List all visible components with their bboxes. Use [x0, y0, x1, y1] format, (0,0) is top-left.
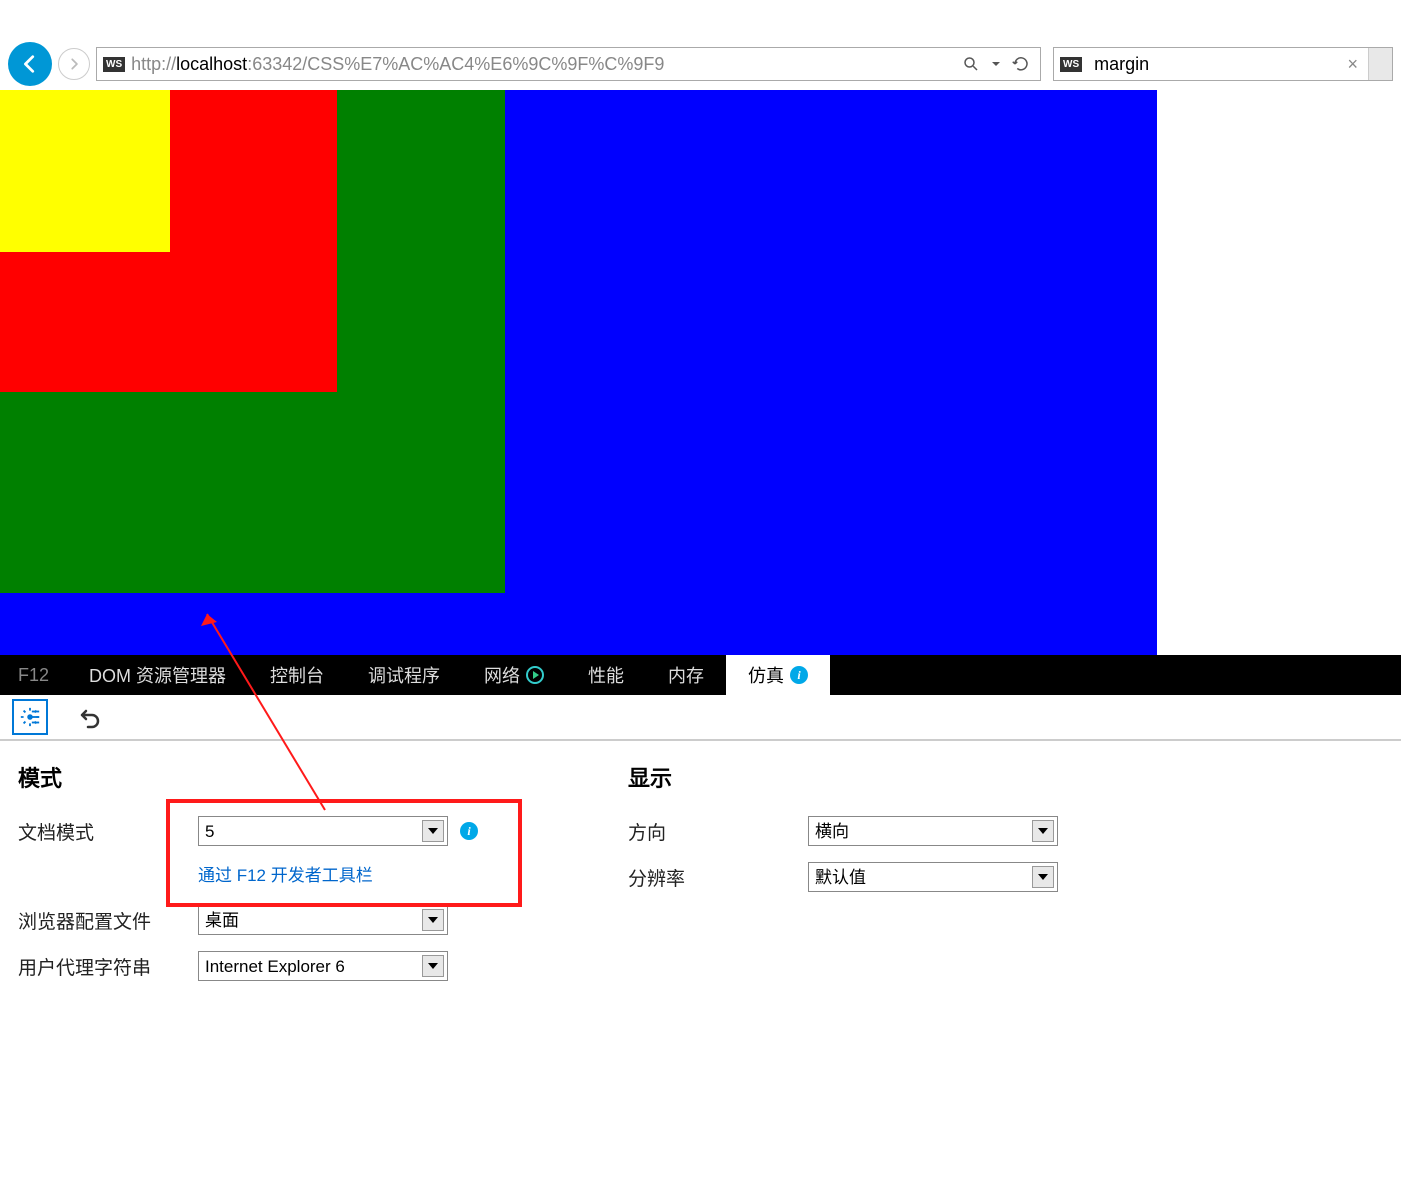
search-icon[interactable]: [962, 55, 980, 73]
doc-mode-select[interactable]: 5: [198, 816, 448, 846]
ws-badge-icon: WS: [1060, 57, 1082, 72]
undo-button[interactable]: [78, 705, 102, 729]
display-column: 显示 方向 横向 分辨率 默认值: [628, 761, 1058, 996]
ws-badge-icon: WS: [103, 57, 125, 72]
devtools-toolbar: [0, 695, 1401, 741]
direction-label: 方向: [628, 818, 808, 845]
info-icon[interactable]: i: [460, 822, 478, 840]
tab-title: margin: [1088, 54, 1337, 75]
tab-dom-explorer[interactable]: DOM 资源管理器: [67, 655, 248, 695]
play-icon: [526, 666, 544, 684]
tab-title-box: WS margin ×: [1053, 47, 1393, 81]
refresh-icon[interactable]: [1012, 55, 1030, 73]
yellow-box: [0, 90, 170, 252]
tab-debugger[interactable]: 调试程序: [346, 655, 462, 695]
close-icon[interactable]: ×: [1337, 54, 1368, 75]
devtools-tabbar: F12 DOM 资源管理器 控制台 调试程序 网络 性能 内存 仿真i: [0, 655, 1401, 695]
direction-select[interactable]: 横向: [808, 816, 1058, 846]
tab-emulation[interactable]: 仿真i: [726, 655, 830, 695]
settings-button[interactable]: [12, 699, 48, 735]
browser-nav-bar: WS http://localhost:63342/CSS%E7%AC%AC4%…: [0, 38, 1401, 90]
doc-mode-label: 文档模式: [18, 818, 198, 845]
tab-console[interactable]: 控制台: [248, 655, 346, 695]
ua-label: 用户代理字符串: [18, 953, 198, 980]
resolution-select[interactable]: 默认值: [808, 862, 1058, 892]
resolution-label: 分辨率: [628, 864, 808, 891]
tab-f12[interactable]: F12: [0, 655, 67, 695]
tab-memory[interactable]: 内存: [646, 655, 726, 695]
tab-handle[interactable]: [1368, 48, 1392, 80]
forward-button[interactable]: [58, 48, 90, 80]
tab-performance[interactable]: 性能: [566, 655, 646, 695]
url-text: http://localhost:63342/CSS%E7%AC%AC4%E6%…: [131, 54, 952, 75]
tab-network[interactable]: 网络: [462, 655, 566, 695]
address-bar[interactable]: WS http://localhost:63342/CSS%E7%AC%AC4%…: [96, 47, 1041, 81]
display-heading: 显示: [628, 761, 1058, 793]
emulation-panel: 模式 文档模式 5 i 通过 F12 开发者工具栏 浏览器配置文件 桌面 用户代…: [0, 741, 1401, 1016]
dropdown-icon[interactable]: [990, 58, 1002, 70]
ua-select[interactable]: Internet Explorer 6: [198, 951, 448, 981]
doc-mode-hint: 通过 F12 开发者工具栏: [198, 861, 478, 886]
mode-heading: 模式: [18, 761, 478, 793]
browser-profile-label: 浏览器配置文件: [18, 907, 198, 934]
info-icon: i: [790, 666, 808, 684]
browser-profile-select[interactable]: 桌面: [198, 905, 448, 935]
mode-column: 模式 文档模式 5 i 通过 F12 开发者工具栏 浏览器配置文件 桌面 用户代…: [18, 761, 478, 996]
back-button[interactable]: [8, 42, 52, 86]
page-viewport: [0, 90, 1157, 655]
